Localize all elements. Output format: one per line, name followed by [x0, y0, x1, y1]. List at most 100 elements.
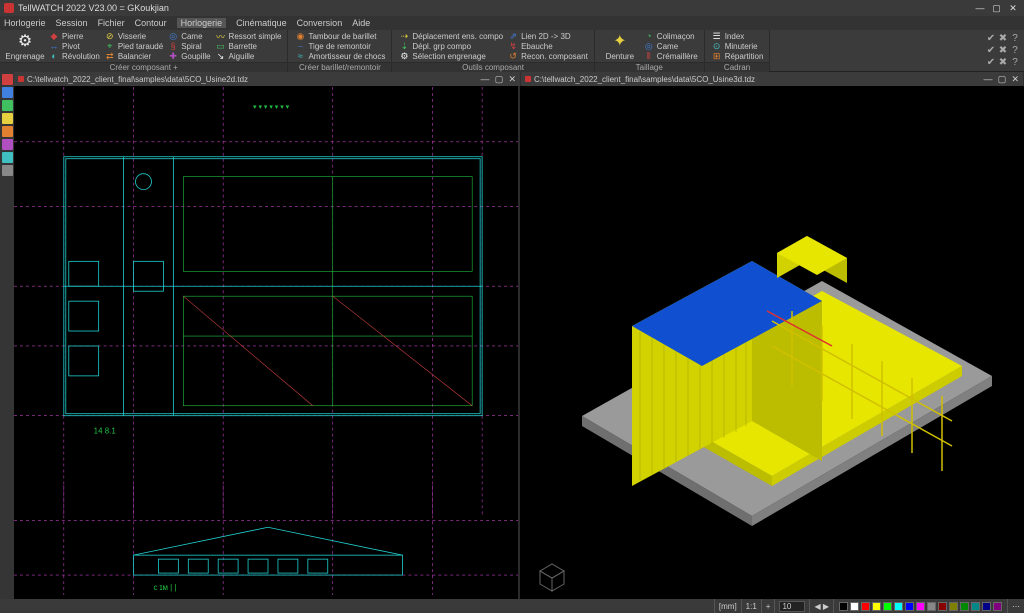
color-swatch[interactable]	[960, 602, 969, 611]
status-unit: [mm]	[714, 599, 741, 613]
tool-button-7[interactable]	[2, 165, 13, 176]
color-swatch[interactable]	[982, 602, 991, 611]
ribbon-btn-balancier[interactable]: ⇄Balancier	[104, 51, 163, 61]
doc-min-left[interactable]: —	[480, 74, 489, 84]
ribbon-right-control[interactable]: ✖	[997, 57, 1009, 68]
ribbon-group: ◉Tambour de barillet⎯Tige de remontoir≈A…	[288, 30, 392, 71]
minimize-button[interactable]: —	[973, 3, 987, 13]
ribbon-group-label: Outils composant	[392, 62, 593, 72]
menu-cinématique[interactable]: Cinématique	[236, 18, 287, 28]
ribbon-right-control[interactable]: ✔	[985, 33, 997, 44]
viewport-2d[interactable]: 14 8.1 ▾ ▾ ▾ ▾ ▾ ▾ ▾	[14, 86, 520, 599]
menu-horlogerie[interactable]: Horlogerie	[177, 18, 227, 28]
ribbon-btn-d-pl-grp-compo[interactable]: ⇣Dépl. grp compo	[398, 41, 503, 51]
ribbon-btn-goupille[interactable]: ✚Goupille	[167, 51, 210, 61]
color-swatch[interactable]	[949, 602, 958, 611]
menu-conversion[interactable]: Conversion	[297, 18, 343, 28]
ribbon-btn-cr-maill-re[interactable]: ⫴Crémaillère	[643, 51, 698, 61]
svg-text:▾ ▾ ▾ ▾ ▾ ▾ ▾: ▾ ▾ ▾ ▾ ▾ ▾ ▾	[253, 104, 290, 111]
ribbon-btn-pivot[interactable]: ↔Pivot	[48, 41, 100, 51]
color-swatch[interactable]	[839, 602, 848, 611]
color-swatch[interactable]	[894, 602, 903, 611]
ribbon-right-control[interactable]: ✔	[985, 57, 997, 68]
app-icon	[4, 3, 14, 13]
color-swatch[interactable]	[861, 602, 870, 611]
tool-button-6[interactable]	[2, 152, 13, 163]
close-button[interactable]: ✕	[1006, 3, 1020, 14]
ribbon-btn-minuterie[interactable]: ⊙Minuterie	[711, 41, 764, 51]
menu-horlogerie[interactable]: Horlogerie	[4, 18, 46, 28]
maximize-button[interactable]: ▢	[989, 3, 1003, 14]
statusbar: [mm] 1:1 + ◀ ▶ ⋯	[0, 599, 1024, 613]
ribbon-btn-barrette[interactable]: ▭Barrette	[215, 41, 282, 51]
doc-close-right[interactable]: ✕	[1011, 74, 1019, 84]
color-swatch[interactable]	[850, 602, 859, 611]
doctab-right[interactable]: C:\tellwatch_2022_client_final\samples\d…	[521, 72, 1023, 86]
color-swatch[interactable]	[916, 602, 925, 611]
status-plus[interactable]: +	[761, 599, 775, 613]
ribbon-right-control[interactable]: ?	[1009, 33, 1021, 44]
tool-button-1[interactable]	[2, 87, 13, 98]
ribbon-btn-tambour-de-barillet[interactable]: ◉Tambour de barillet	[294, 31, 385, 41]
ribbon-right-control[interactable]: ✖	[997, 45, 1009, 56]
ribbon-right-control[interactable]: ?	[1009, 57, 1021, 68]
color-swatch[interactable]	[872, 602, 881, 611]
ribbon-btn-tige-de-remontoir[interactable]: ⎯Tige de remontoir	[294, 41, 385, 51]
ribbon-right-control[interactable]: ✔	[985, 45, 997, 56]
menu-fichier[interactable]: Fichier	[98, 18, 125, 28]
doc-min-right[interactable]: —	[983, 74, 992, 84]
ribbon-btn-spiral[interactable]: §Spiral	[167, 41, 210, 51]
ribbon-right-control[interactable]: ✖	[997, 33, 1009, 44]
tool-button-3[interactable]	[2, 113, 13, 124]
ribbon-btn-d-placement-ens-compo[interactable]: ⇢Déplacement ens. compo	[398, 31, 503, 41]
color-swatches	[833, 599, 1007, 613]
color-swatch[interactable]	[938, 602, 947, 611]
ribbon-btn-index[interactable]: ☰Index	[711, 31, 764, 41]
titlebar: TellWATCH 2022 V23.00 = GKoukjian — ▢ ✕	[0, 0, 1024, 16]
ribbon-big-denture[interactable]: ✦Denture	[599, 31, 641, 61]
ribbon-btn-came[interactable]: ◎Came	[643, 41, 698, 51]
doc-max-left[interactable]: ▢	[495, 74, 504, 84]
doctab-left[interactable]: C:\tellwatch_2022_client_final\samples\d…	[14, 72, 520, 86]
ribbon-btn-colima-on[interactable]: ◔Colimaçon	[643, 31, 698, 41]
tool-button-2[interactable]	[2, 100, 13, 111]
color-swatch[interactable]	[993, 602, 1002, 611]
tool-button-0[interactable]	[2, 74, 13, 85]
color-swatch[interactable]	[905, 602, 914, 611]
ribbon-btn-pierre[interactable]: ◆Pierre	[48, 31, 100, 41]
ribbon-btn-came[interactable]: ◎Came	[167, 31, 210, 41]
ribbon-btn-ebauche[interactable]: ↯Ebauche	[507, 41, 588, 51]
ribbon-btn-pied-taraud-[interactable]: ⌖Pied taraudé	[104, 41, 163, 51]
status-ratio[interactable]: 1:1	[741, 599, 761, 613]
ribbon-group: ✦Denture◔Colimaçon◎Came⫴CrémaillèreTaill…	[595, 30, 705, 71]
color-swatch[interactable]	[927, 602, 936, 611]
doc-max-right[interactable]: ▢	[998, 74, 1007, 84]
menu-session[interactable]: Session	[56, 18, 88, 28]
ribbon-btn-s-lection-engrenage[interactable]: ⚙Sélection engrenage	[398, 51, 503, 61]
ribbon-btn-lien-2d-3d[interactable]: ⇗Lien 2D -> 3D	[507, 31, 588, 41]
tool-button-4[interactable]	[2, 126, 13, 137]
ribbon-right-control[interactable]: ?	[1009, 45, 1021, 56]
ribbon-btn-recon-composant[interactable]: ↺Recon. composant	[507, 51, 588, 61]
tool-button-5[interactable]	[2, 139, 13, 150]
ribbon-btn-amortisseur-de-chocs[interactable]: ≈Amortisseur de chocs	[294, 51, 385, 61]
viewport-3d[interactable]	[520, 86, 1024, 599]
ribbon-group-label: Taillage	[595, 62, 704, 72]
menu-contour[interactable]: Contour	[135, 18, 167, 28]
ribbon-btn-r-volution[interactable]: ◐Révolution	[48, 51, 100, 61]
ribbon-btn-aiguille[interactable]: ↘Aiguille	[215, 51, 282, 61]
menu-aide[interactable]: Aide	[352, 18, 370, 28]
toolstrip	[0, 72, 14, 599]
ribbon-group: ⚙Engrenage◆Pierre↔Pivot◐Révolution ⊘Visse…	[0, 30, 288, 71]
color-swatch[interactable]	[971, 602, 980, 611]
doctabs: C:\tellwatch_2022_client_final\samples\d…	[14, 72, 1024, 86]
doc-close-left[interactable]: ✕	[508, 74, 516, 84]
ribbon-btn-ressort-simple[interactable]: 〰Ressort simple	[215, 31, 282, 41]
status-end[interactable]: ⋯	[1007, 599, 1024, 613]
status-nav[interactable]: ◀ ▶	[809, 599, 833, 613]
color-swatch[interactable]	[883, 602, 892, 611]
ribbon-btn-visserie[interactable]: ⊘Visserie	[104, 31, 163, 41]
ribbon-btn-r-partition[interactable]: ⊞Répartition	[711, 51, 764, 61]
status-value[interactable]	[774, 599, 809, 613]
ribbon-big-engrenage[interactable]: ⚙Engrenage	[4, 31, 46, 61]
